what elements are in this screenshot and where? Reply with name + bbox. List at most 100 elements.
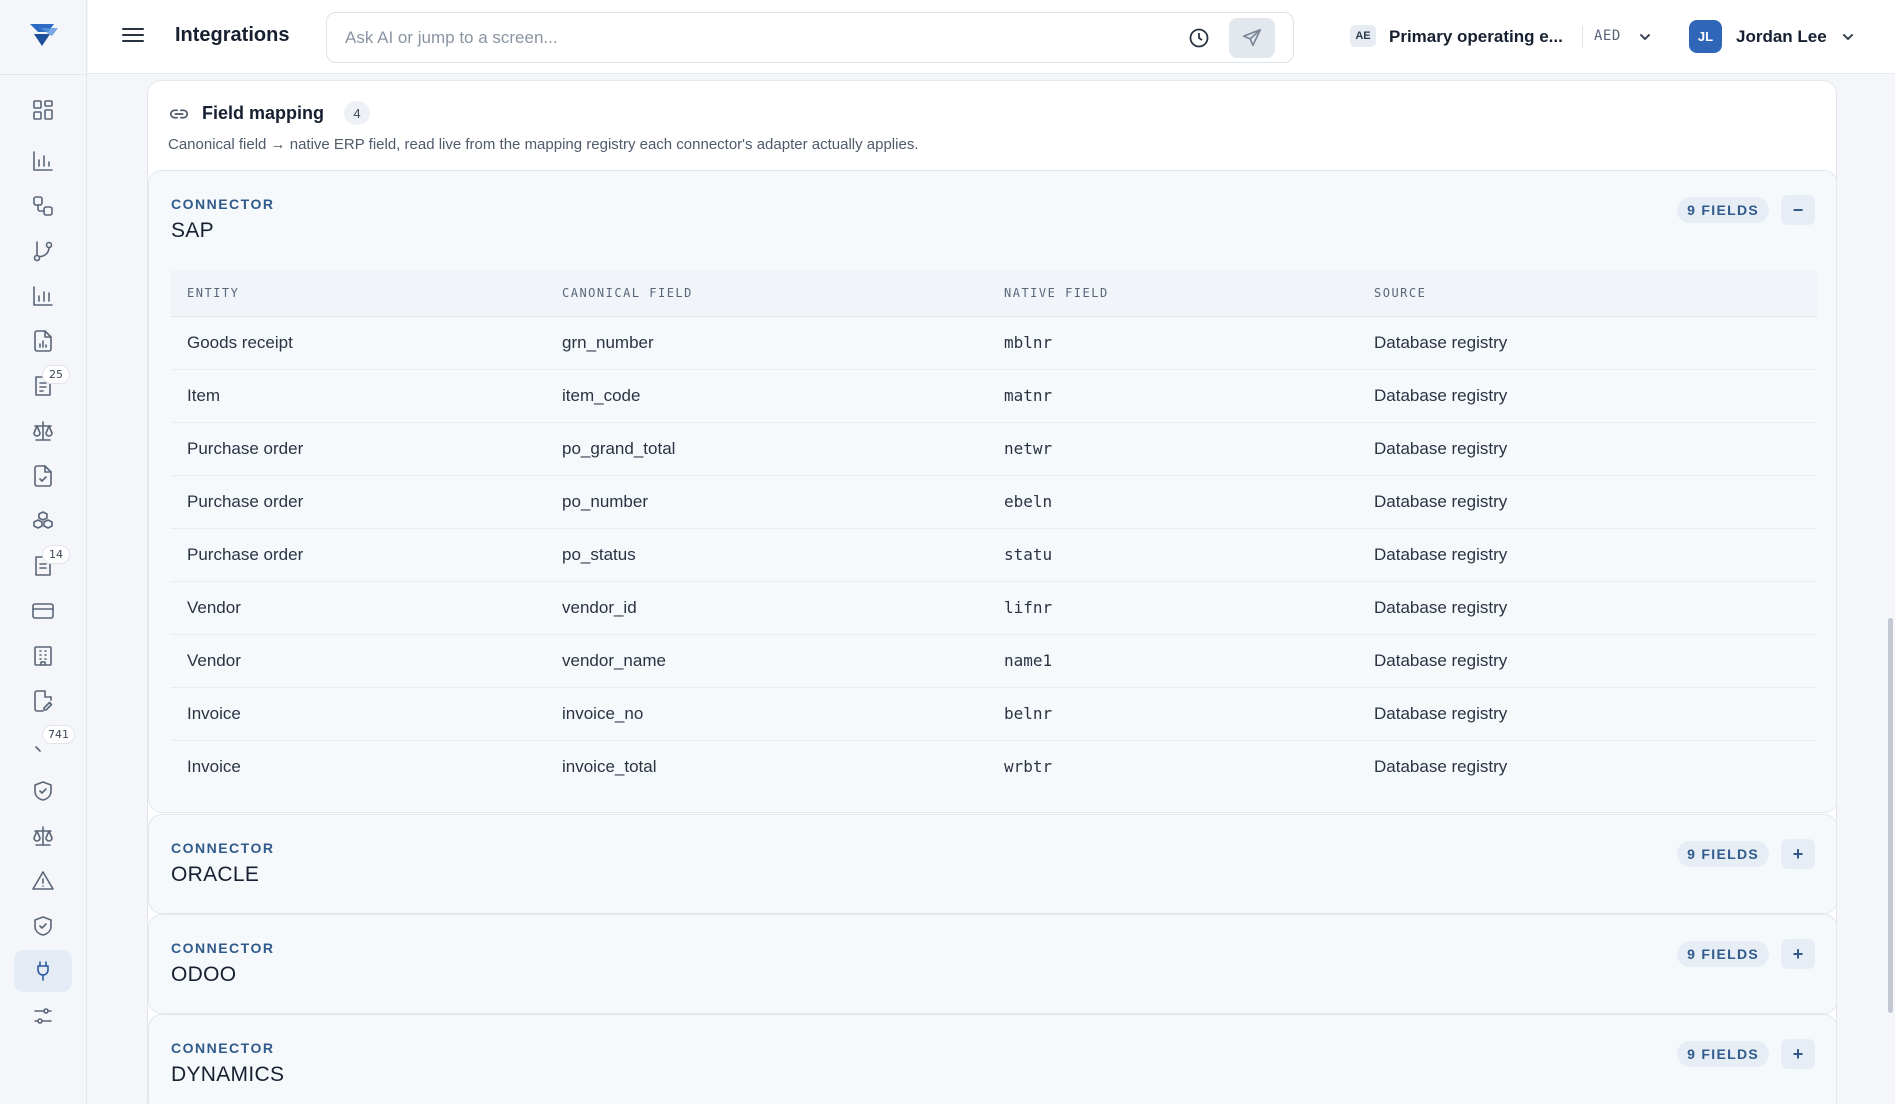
sidebar-item-payments[interactable]: [14, 590, 72, 632]
sidebar-item-settings[interactable]: [14, 995, 72, 1037]
native-field-cell: belnr: [1004, 704, 1053, 723]
native-field-cell: mblnr: [1004, 333, 1053, 352]
fields-count-badge: 9 FIELDS: [1677, 941, 1769, 967]
send-icon: [1242, 28, 1262, 47]
currency-selector[interactable]: AED: [1594, 28, 1621, 44]
table-row: Purchase order po_status statu Database …: [171, 528, 1817, 581]
entity-cell: Item: [187, 385, 221, 405]
command-search: [326, 12, 1294, 63]
credit-card-icon: [32, 603, 54, 619]
table-row: Invoice invoice_no belnr Database regist…: [171, 687, 1817, 740]
column-header-canonical-field: CANONICAL FIELD: [562, 270, 1004, 317]
canonical-field-cell: grn_number: [562, 332, 654, 352]
table-row: Purchase order po_grand_total netwr Data…: [171, 422, 1817, 475]
top-bar: Integrations AE Primary operating e... A…: [88, 0, 1895, 74]
building-icon: [34, 646, 52, 666]
fields-count-badge: 9 FIELDS: [1677, 197, 1769, 223]
native-field-cell: statu: [1004, 545, 1053, 564]
sidebar-item-workflows[interactable]: [14, 185, 72, 227]
source-cell: Database registry: [1374, 332, 1508, 352]
header-divider: [1582, 26, 1583, 48]
sidebar-item-audit[interactable]: [14, 905, 72, 947]
search-input[interactable]: [345, 25, 1165, 51]
expand-button[interactable]: +: [1781, 939, 1815, 969]
table-header-row: ENTITY CANONICAL FIELD NATIVE FIELD SOUR…: [171, 270, 1817, 317]
canonical-field-cell: vendor_name: [562, 650, 666, 670]
source-cell: Database registry: [1374, 597, 1508, 617]
sidebar-item-policies[interactable]: [14, 815, 72, 857]
native-field-cell: lifnr: [1004, 598, 1053, 617]
sidebar-item-approvals[interactable]: [14, 455, 72, 497]
avatar[interactable]: JL: [1689, 20, 1722, 53]
page-title: Integrations: [175, 24, 290, 46]
field-mapping-table: ENTITY CANONICAL FIELD NATIVE FIELD SOUR…: [171, 270, 1817, 793]
fields-count-badge: 9 FIELDS: [1677, 841, 1769, 867]
collapse-button[interactable]: −: [1781, 195, 1815, 225]
bar-chart-icon: [33, 151, 53, 171]
connector-name: DYNAMICS: [171, 1063, 285, 1086]
link-icon: [168, 103, 190, 125]
table-row: Goods receipt grn_number mblnr Database …: [171, 316, 1817, 369]
send-button[interactable]: [1229, 18, 1275, 58]
chevron-down-icon[interactable]: [1638, 30, 1652, 44]
connector-name: SAP: [171, 219, 214, 242]
connector-label: CONNECTOR: [171, 1040, 275, 1056]
connector-label: CONNECTOR: [171, 840, 275, 856]
entity-cell: Invoice: [187, 756, 241, 776]
canonical-field-cell: vendor_id: [562, 597, 637, 617]
shield-check-icon: [34, 916, 52, 936]
canonical-field-cell: invoice_total: [562, 756, 657, 776]
sidebar-item-entities[interactable]: [14, 635, 72, 677]
sidebar-item-security[interactable]: [14, 770, 72, 812]
panel-header: Field mapping 4 Canonical field → native…: [148, 81, 1836, 170]
expand-button[interactable]: +: [1781, 839, 1815, 869]
chevron-down-icon[interactable]: [1841, 30, 1855, 44]
user-menu[interactable]: Jordan Lee: [1736, 27, 1827, 47]
sidebar-item-receipts[interactable]: 25: [14, 365, 72, 407]
plug-icon: [37, 961, 49, 981]
sidebar-item-branches[interactable]: [14, 230, 72, 272]
sidebar-item-inventory[interactable]: [14, 500, 72, 542]
column-header-source: SOURCE: [1374, 270, 1817, 317]
sidebar-item-integrations[interactable]: [14, 950, 72, 992]
shield-check-icon: [34, 781, 52, 801]
source-cell: Database registry: [1374, 544, 1508, 564]
sidebar-item-reports[interactable]: [14, 275, 72, 317]
canonical-field-cell: invoice_no: [562, 703, 644, 723]
history-icon[interactable]: [1187, 26, 1211, 50]
connector-card-odoo[interactable]: CONNECTOR ODOO 9 FIELDS +: [148, 914, 1836, 1014]
entity-selector[interactable]: Primary operating e...: [1389, 27, 1563, 47]
grid-icon: [33, 100, 53, 120]
sidebar-item-dashboard[interactable]: [14, 89, 72, 131]
sliders-icon: [34, 1008, 52, 1024]
boxes-icon: [33, 511, 53, 529]
table-row: Item item_code matnr Database registry: [171, 369, 1817, 422]
workflow-icon: [33, 196, 53, 216]
canonical-field-cell: po_number: [562, 491, 649, 511]
sidebar-item-ledger[interactable]: 14: [14, 545, 72, 587]
entity-code-badge: AE: [1350, 25, 1376, 47]
sidebar-item-alerts[interactable]: [14, 860, 72, 902]
hamburger-menu-icon[interactable]: [122, 25, 144, 47]
field-mapping-panel: Field mapping 4 Canonical field → native…: [147, 80, 1837, 1104]
fields-count-badge: 9 FIELDS: [1677, 1041, 1769, 1067]
count-badge: 4: [344, 101, 370, 125]
connector-card-dynamics[interactable]: CONNECTOR DYNAMICS 9 FIELDS +: [148, 1014, 1836, 1104]
sidebar-item-documents[interactable]: [14, 320, 72, 362]
git-branch-icon: [33, 241, 53, 262]
expand-button[interactable]: +: [1781, 1039, 1815, 1069]
sidebar-item-analytics[interactable]: [14, 140, 72, 182]
sidebar-item-contracts[interactable]: [14, 680, 72, 722]
sidebar-item-compliance[interactable]: [14, 410, 72, 452]
sidebar-item-tasks[interactable]: 741: [14, 725, 75, 767]
source-cell: Database registry: [1374, 650, 1508, 670]
scale-icon: [33, 826, 53, 846]
connector-card-oracle[interactable]: CONNECTOR ORACLE 9 FIELDS +: [148, 814, 1836, 914]
source-cell: Database registry: [1374, 385, 1508, 405]
sidebar-badge: 25: [42, 365, 70, 384]
entity-cell: Goods receipt: [187, 332, 293, 352]
scrollbar[interactable]: [1885, 75, 1895, 1104]
sidebar: 25 14 741: [0, 0, 87, 1104]
app-logo-icon[interactable]: [28, 20, 60, 50]
scrollbar-thumb[interactable]: [1888, 618, 1893, 1013]
